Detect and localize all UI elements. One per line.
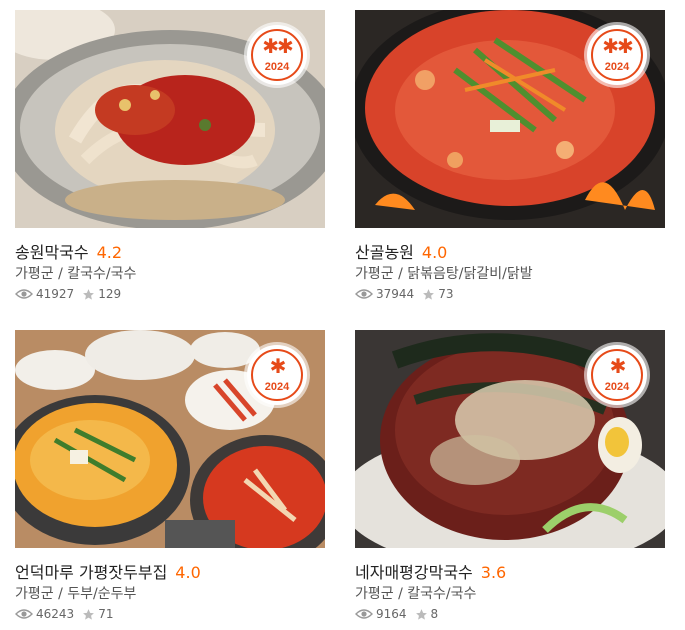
restaurant-name[interactable]: 송원막국수 xyxy=(15,243,89,262)
restaurant-stats: 9164 8 xyxy=(355,607,438,621)
badge-year: 2024 xyxy=(264,381,290,393)
rating-score: 3.6 xyxy=(480,563,507,582)
star-count: 129 xyxy=(98,287,122,301)
rating-score: 4.0 xyxy=(175,563,201,582)
restaurant-category: 가평군 / 칼국수/국수 xyxy=(355,586,477,602)
star-icon xyxy=(83,288,95,300)
restaurant-category: 가평군 / 칼국수/국수 xyxy=(15,266,137,282)
star-count: 8 xyxy=(430,607,439,621)
badge-year: 2024 xyxy=(604,61,630,73)
restaurant-category: 가평군 / 닭볶음탕/닭갈비/닭발 xyxy=(355,266,533,282)
view-count: 37944 xyxy=(376,287,415,301)
restaurant-photo[interactable]: ✱ 2024 xyxy=(355,330,665,548)
rating-score: 4.2 xyxy=(96,243,123,262)
restaurant-photo[interactable]: ✱✱ 2024 xyxy=(15,10,325,228)
restaurant-category: 가평군 / 두부/순두부 xyxy=(15,586,137,602)
restaurant-name[interactable]: 네자매평강막국수 xyxy=(355,563,473,582)
view-count: 9164 xyxy=(376,607,407,621)
badge-year: 2024 xyxy=(604,381,630,393)
badge-stars: ✱ xyxy=(269,354,287,378)
eye-icon xyxy=(355,609,373,619)
restaurant-stats: 37944 73 xyxy=(355,287,453,301)
restaurant-name[interactable]: 산골농원 xyxy=(355,243,414,262)
rating-score: 4.0 xyxy=(421,243,448,262)
restaurant-photo[interactable]: ✱✱ 2024 xyxy=(355,10,665,228)
restaurant-name[interactable]: 언덕마루 가평잣두부집 xyxy=(15,563,167,582)
eye-icon xyxy=(355,289,373,299)
view-count: 41927 xyxy=(36,287,75,301)
star-icon xyxy=(423,288,435,300)
star-count: 71 xyxy=(98,607,114,621)
award-badge: ✱✱ 2024 xyxy=(247,25,307,85)
restaurant-photo[interactable]: ✱ 2024 xyxy=(15,330,325,548)
badge-stars: ✱✱ xyxy=(602,34,634,58)
star-count: 73 xyxy=(438,287,454,301)
eye-icon xyxy=(15,609,33,619)
award-badge: ✱ 2024 xyxy=(247,345,307,405)
award-badge: ✱ 2024 xyxy=(587,345,647,405)
view-count: 46243 xyxy=(36,607,75,621)
restaurant-stats: 46243 71 xyxy=(15,607,113,621)
badge-year: 2024 xyxy=(264,61,290,73)
award-badge: ✱✱ 2024 xyxy=(587,25,647,85)
star-icon xyxy=(83,608,95,620)
eye-icon xyxy=(15,289,33,299)
badge-stars: ✱ xyxy=(609,354,627,378)
badge-stars: ✱✱ xyxy=(262,34,294,58)
restaurant-stats: 41927 129 xyxy=(15,287,121,301)
star-icon xyxy=(415,608,427,620)
